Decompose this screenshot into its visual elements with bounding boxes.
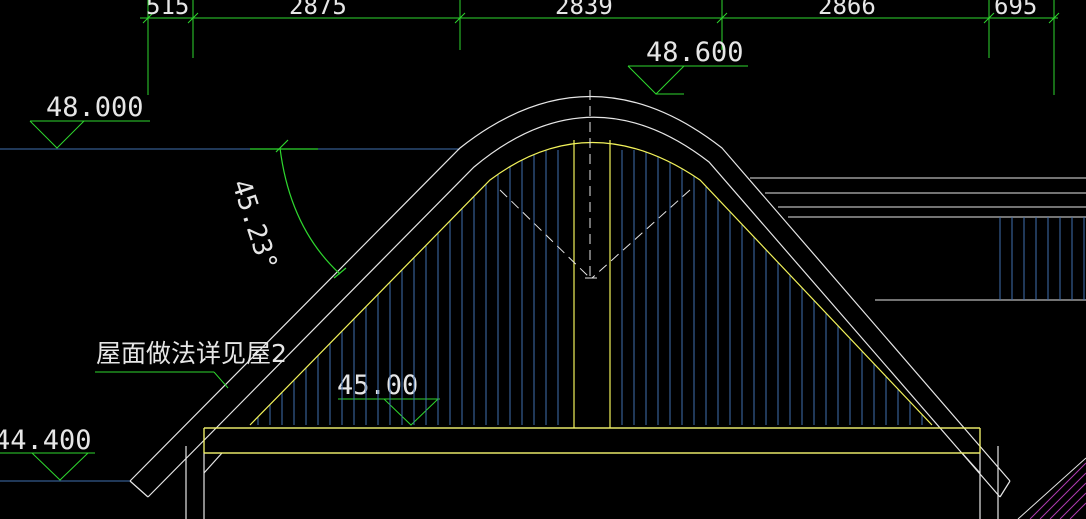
- elevation-48000: 48.000: [46, 92, 144, 123]
- dimension-695: 695: [994, 0, 1037, 20]
- dimension-515: 515: [146, 0, 189, 20]
- drawing-background: [0, 0, 1086, 519]
- dimension-2875: 2875: [289, 0, 347, 20]
- elevation-48600: 48.600: [646, 37, 744, 68]
- elevation-44400: 44.400: [0, 425, 92, 456]
- dimension-2839: 2839: [555, 0, 613, 20]
- dimension-2866: 2866: [818, 0, 876, 20]
- cad-drawing: 515 2875 2839 2866 695 48.000 48.600 45.…: [0, 0, 1086, 519]
- roof-note: 屋面做法详见屋2: [96, 339, 287, 368]
